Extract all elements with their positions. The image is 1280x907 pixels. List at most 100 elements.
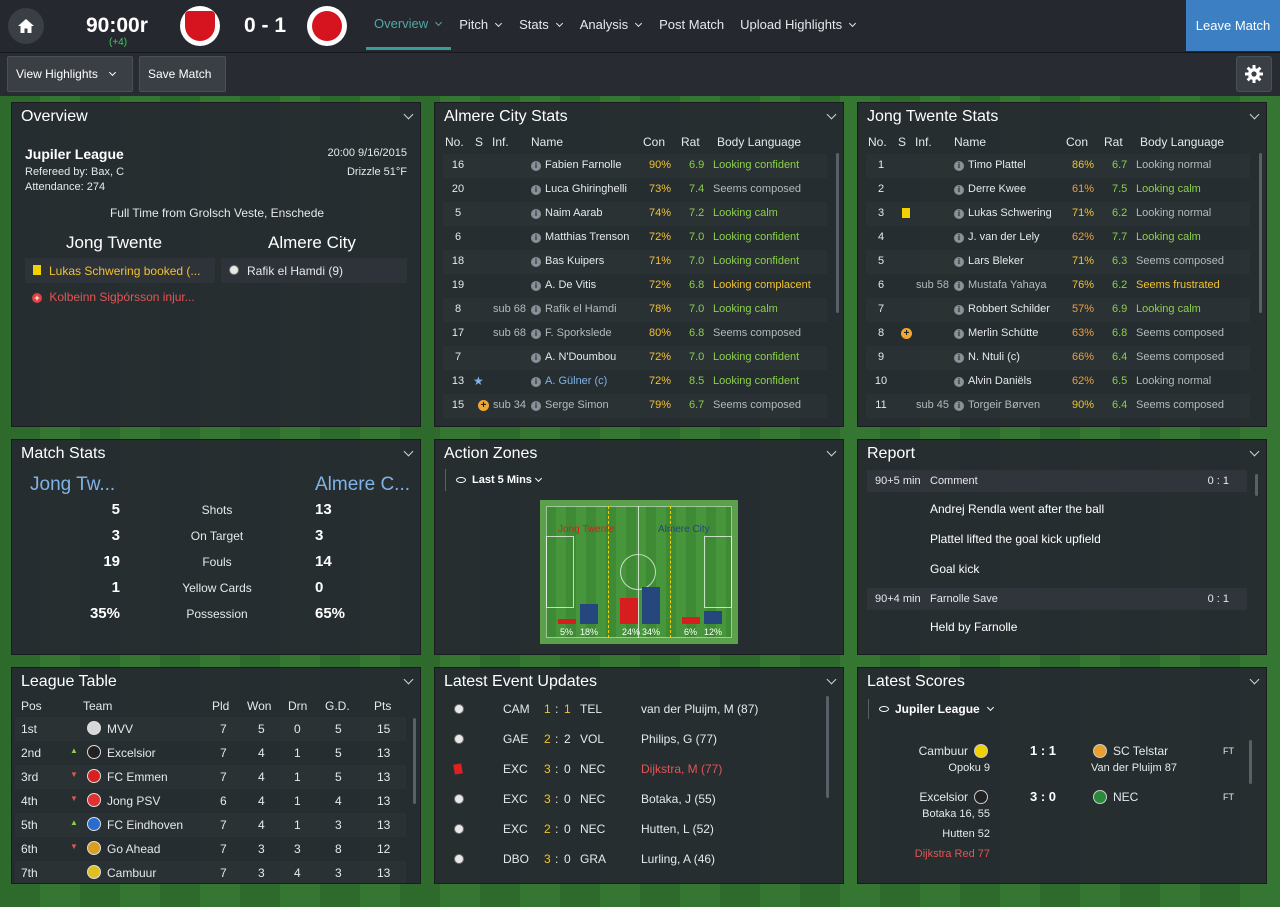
player-name[interactable]: Matthias Trenson	[545, 231, 629, 243]
player-name[interactable]: J. van der Lely	[968, 231, 1040, 243]
column-header[interactable]: Inf.	[492, 135, 509, 149]
chevron-down-icon[interactable]	[1249, 446, 1260, 457]
team-name[interactable]: MVV	[107, 722, 133, 736]
column-header[interactable]: Pld	[212, 699, 229, 713]
scrollbar[interactable]	[1259, 153, 1262, 313]
score-result[interactable]: 3 : 0	[1030, 789, 1056, 804]
player-name[interactable]: Lars Bleker	[968, 255, 1024, 267]
info-icon[interactable]: i	[531, 377, 541, 387]
event-description[interactable]: van der Pluijm, M (87)	[641, 702, 758, 716]
column-header[interactable]: Body Language	[717, 135, 801, 149]
info-icon[interactable]: i	[531, 281, 541, 291]
home-button[interactable]	[8, 8, 44, 44]
player-row[interactable]: 2 i Derre Kwee 61% 7.5 Looking calm	[866, 178, 1250, 202]
column-header[interactable]: S	[475, 135, 483, 149]
player-name[interactable]: Merlin Schütte	[968, 327, 1038, 339]
player-name[interactable]: A. Gülner (c)	[545, 375, 607, 387]
column-header[interactable]: Pos	[21, 699, 42, 713]
player-row[interactable]: 7 i A. N'Doumbou 72% 7.0 Looking confident	[443, 346, 827, 370]
chevron-down-icon[interactable]	[403, 674, 414, 685]
scrollbar[interactable]	[1249, 740, 1252, 784]
nav-tab-analysis[interactable]: Analysis	[572, 0, 651, 50]
event-row[interactable]: EXC 3:0 NEC Dijkstra, M (77)	[444, 754, 824, 784]
player-row[interactable]: 7 i Robbert Schilder 57% 6.9 Looking calm	[866, 298, 1250, 322]
team-name[interactable]: Go Ahead	[107, 842, 160, 856]
player-row[interactable]: 6 sub 58 i Mustafa Yahaya 76% 6.2 Seems frustr…	[866, 274, 1250, 298]
chevron-down-icon[interactable]	[403, 446, 414, 457]
player-row[interactable]: 15 + sub 34 i Serge Simon 79% 6.7 Seems compose…	[443, 394, 827, 418]
info-icon[interactable]: i	[531, 185, 541, 195]
team-name[interactable]: Excelsior	[107, 746, 156, 760]
info-icon[interactable]: i	[531, 305, 541, 315]
league-row[interactable]: 3rd ▼ FC Emmen 7 4 1 5 13	[15, 765, 406, 789]
info-icon[interactable]: i	[954, 401, 964, 411]
player-name[interactable]: Fabien Farnolle	[545, 159, 621, 171]
leave-match-button[interactable]: Leave Match	[1186, 0, 1280, 51]
player-name[interactable]: Luca Ghiringhelli	[545, 183, 627, 195]
player-name[interactable]: Rafik el Hamdi	[545, 303, 617, 315]
league-row[interactable]: 7th Cambuur 7 3 4 3 13	[15, 861, 406, 883]
player-row[interactable]: 20 i Luca Ghiringhelli 73% 7.4 Seems composed	[443, 178, 827, 202]
info-icon[interactable]: i	[531, 401, 541, 411]
info-icon[interactable]: i	[531, 161, 541, 171]
column-header[interactable]: Name	[531, 135, 563, 149]
scrollbar[interactable]	[826, 696, 829, 798]
nav-tab-stats[interactable]: Stats	[511, 0, 572, 50]
score-result[interactable]: 1 : 1	[1030, 743, 1056, 758]
nav-tab-overview[interactable]: Overview	[366, 0, 452, 50]
score-home-team[interactable]: Excelsior	[919, 790, 968, 804]
column-header[interactable]: Con	[643, 135, 665, 149]
chevron-down-icon[interactable]	[1249, 109, 1260, 120]
column-header[interactable]: Won	[247, 699, 271, 713]
player-row[interactable]: 3 i Lukas Schwering 71% 6.2 Looking normal	[866, 202, 1250, 226]
time-filter-dropdown[interactable]: Last 5 Mins	[445, 469, 543, 491]
scrollbar[interactable]	[836, 153, 839, 313]
column-header[interactable]: Team	[83, 699, 112, 713]
league-row[interactable]: 4th ▼ Jong PSV 6 4 1 4 13	[15, 789, 406, 813]
info-icon[interactable]: i	[954, 209, 964, 219]
player-row[interactable]: 9 i N. Ntuli (c) 66% 6.4 Seems composed	[866, 346, 1250, 370]
chevron-down-icon[interactable]	[826, 446, 837, 457]
player-name[interactable]: Timo Plattel	[968, 159, 1026, 171]
player-name[interactable]: Alvin Daniëls	[968, 375, 1032, 387]
nav-tab-post-match[interactable]: Post Match	[651, 0, 732, 50]
event-row[interactable]: CAM 1:1 TEL van der Pluijm, M (87)	[444, 694, 824, 724]
event-row[interactable]: GAE 2:2 VOL Philips, G (77)	[444, 724, 824, 754]
event-row[interactable]: DBO 3:0 GRA Lurling, A (46)	[444, 844, 824, 874]
info-icon[interactable]: i	[954, 377, 964, 387]
column-header[interactable]: G.D.	[325, 699, 350, 713]
player-name[interactable]: A. N'Doumbou	[545, 351, 616, 363]
chevron-down-icon[interactable]	[826, 109, 837, 120]
info-icon[interactable]: i	[954, 329, 964, 339]
info-icon[interactable]: i	[954, 281, 964, 291]
info-icon[interactable]: i	[954, 257, 964, 267]
scrollbar[interactable]	[1255, 474, 1258, 496]
event-description[interactable]: Philips, G (77)	[641, 732, 717, 746]
league-row[interactable]: 5th ▲ FC Eindhoven 7 4 1 3 13	[15, 813, 406, 837]
nav-tab-upload-highlights[interactable]: Upload Highlights	[732, 0, 865, 50]
column-header[interactable]: Rat	[681, 135, 700, 149]
team-name[interactable]: FC Emmen	[107, 770, 168, 784]
column-header[interactable]: Body Language	[1140, 135, 1224, 149]
score-home-team[interactable]: Cambuur	[919, 744, 968, 758]
info-icon[interactable]: i	[531, 329, 541, 339]
column-header[interactable]: S	[898, 135, 906, 149]
player-name[interactable]: Naim Aarab	[545, 207, 602, 219]
player-row[interactable]: 11 sub 45 i Torgeir Børven 90% 6.4 Seems compo…	[866, 394, 1250, 418]
info-icon[interactable]: i	[531, 209, 541, 219]
player-name[interactable]: A. De Vitis	[545, 279, 596, 291]
player-name[interactable]: Robbert Schilder	[968, 303, 1050, 315]
player-row[interactable]: 5 i Naim Aarab 74% 7.2 Looking calm	[443, 202, 827, 226]
team-name[interactable]: Cambuur	[107, 866, 156, 880]
event-description[interactable]: Hutten, L (52)	[641, 822, 714, 836]
settings-button[interactable]	[1236, 56, 1272, 92]
info-icon[interactable]: i	[531, 233, 541, 243]
league-row[interactable]: 1st MVV 7 5 0 5 15	[15, 717, 406, 741]
score-away-team[interactable]: SC Telstar	[1113, 744, 1168, 758]
column-header[interactable]: Name	[954, 135, 986, 149]
league-row[interactable]: 2nd ▲ Excelsior 7 4 1 5 13	[15, 741, 406, 765]
column-header[interactable]: No.	[445, 135, 464, 149]
player-name[interactable]: Bas Kuipers	[545, 255, 604, 267]
save-match-button[interactable]: Save Match	[139, 56, 226, 92]
injury-event[interactable]: + Kolbeinn Sigþórsson injur...	[32, 290, 195, 304]
